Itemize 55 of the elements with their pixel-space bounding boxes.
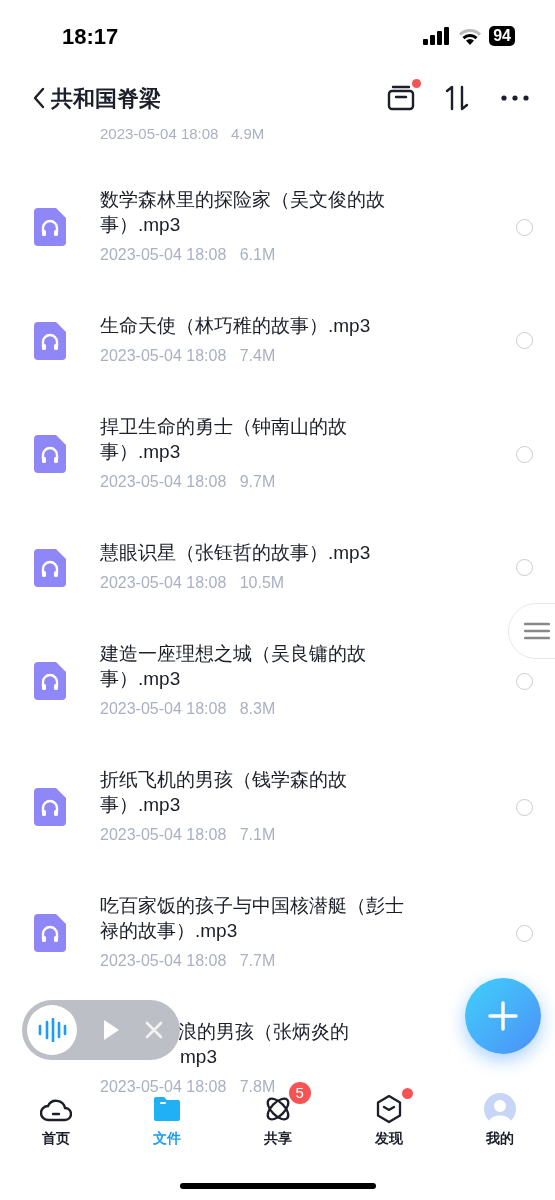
status-time: 18:17 — [62, 22, 119, 51]
file-meta: 2023-05-04 18:08 9.7M — [100, 472, 277, 492]
close-icon[interactable] — [145, 1021, 163, 1039]
side-handle[interactable] — [508, 603, 555, 659]
audio-file-icon — [34, 208, 66, 246]
file-name: 浪的男孩（张炳炎的 — [178, 1020, 349, 1044]
menu-icon — [524, 622, 550, 640]
file-name: 吃百家饭的孩子与中国核潜艇（彭士禄的故事）.mp3 — [100, 894, 405, 943]
file-meta: 2023-05-04 18:08 8.3M — [100, 699, 277, 719]
sound-wave-icon — [37, 1018, 67, 1042]
file-meta: 2023-05-04 18:08 10.5M — [100, 573, 286, 593]
audio-wave-button[interactable] — [27, 1005, 77, 1055]
file-meta: 2023-05-04 18:08 6.1M — [100, 245, 277, 265]
file-row[interactable]: 慧眼识星（张钰哲的故事）.mp3 2023-05-04 18:08 10.5M — [0, 517, 555, 618]
file-name: 建造一座理想之城（吴良镛的故事）.mp3 — [100, 642, 367, 691]
file-name: 数学森林里的探险家（吴文俊的故事）.mp3 — [100, 188, 386, 237]
file-meta: 2023-05-04 18:08 7.7M — [100, 951, 277, 971]
sort-icon[interactable] — [443, 84, 471, 112]
file-name: mp3 — [180, 1045, 217, 1069]
file-name: 折纸飞机的男孩（钱学森的故事）.mp3 — [100, 768, 348, 817]
mini-player[interactable] — [22, 1000, 180, 1060]
file-meta: 2023-05-04 18:08 7.1M — [100, 825, 277, 845]
file-meta: 2023-05-04 18:08 4.9M — [100, 126, 265, 142]
audio-file-icon — [34, 321, 66, 360]
folder-title: 共和国脊梁 — [51, 84, 161, 113]
file-row[interactable]: 生命天使（林巧稚的故事）.mp3 2023-05-04 18:08 7.4M — [0, 290, 555, 391]
count-badge: 5 — [288, 1082, 311, 1104]
audio-file-icon — [34, 788, 66, 826]
tab-item[interactable]: 发现 — [368, 1094, 409, 1170]
audio-file-icon — [34, 914, 66, 952]
file-name: 慧眼识星（张钰哲的故事）.mp3 — [100, 541, 372, 565]
file-row[interactable]: 捍卫生命的勇士（钟南山的故事）.mp3 2023-05-04 18:08 9.7M — [0, 391, 555, 517]
add-button[interactable] — [465, 978, 541, 1054]
cube-icon — [374, 1094, 403, 1124]
file-name: 捍卫生命的勇士（钟南山的故事）.mp3 — [100, 415, 348, 464]
wifi-icon — [458, 27, 483, 45]
plus-icon — [488, 1001, 518, 1031]
file-row[interactable]: 建造一座理想之城（吴良镛的故事）.mp3 2023-05-04 18:08 8.3M — [0, 618, 555, 744]
archive-icon[interactable] — [387, 85, 415, 111]
battery-indicator: 94 — [489, 26, 515, 46]
more-icon[interactable] — [501, 95, 529, 101]
file-meta: 2023-05-04 18:08 7.4M — [100, 346, 277, 366]
file-row[interactable]: 吃百家饭的孩子与中国核潜艇（彭士禄的故事）.mp3 2023-05-04 18:08 7.7M — [0, 870, 555, 996]
play-icon[interactable] — [101, 1018, 121, 1042]
back-icon[interactable] — [32, 86, 46, 110]
file-row[interactable]: 折纸飞机的男孩（钱学森的故事）.mp3 2023-05-04 18:08 7.1M — [0, 744, 555, 870]
file-row[interactable]: 数学森林里的探险家（吴文俊的故事）.mp3 2023-05-04 18:08 6.1M — [0, 164, 555, 290]
file-meta: 2023-05-04 18:08 7.8M — [100, 1077, 276, 1094]
tab-item[interactable]: 我的 — [477, 1094, 522, 1170]
signal-icon — [423, 27, 452, 45]
file-name: 生命天使（林巧稚的故事）.mp3 — [100, 314, 372, 338]
audio-file-icon — [34, 548, 66, 587]
audio-file-icon — [34, 662, 66, 700]
audio-file-icon — [34, 435, 66, 473]
tab-item[interactable]: 首页 — [33, 1094, 78, 1170]
